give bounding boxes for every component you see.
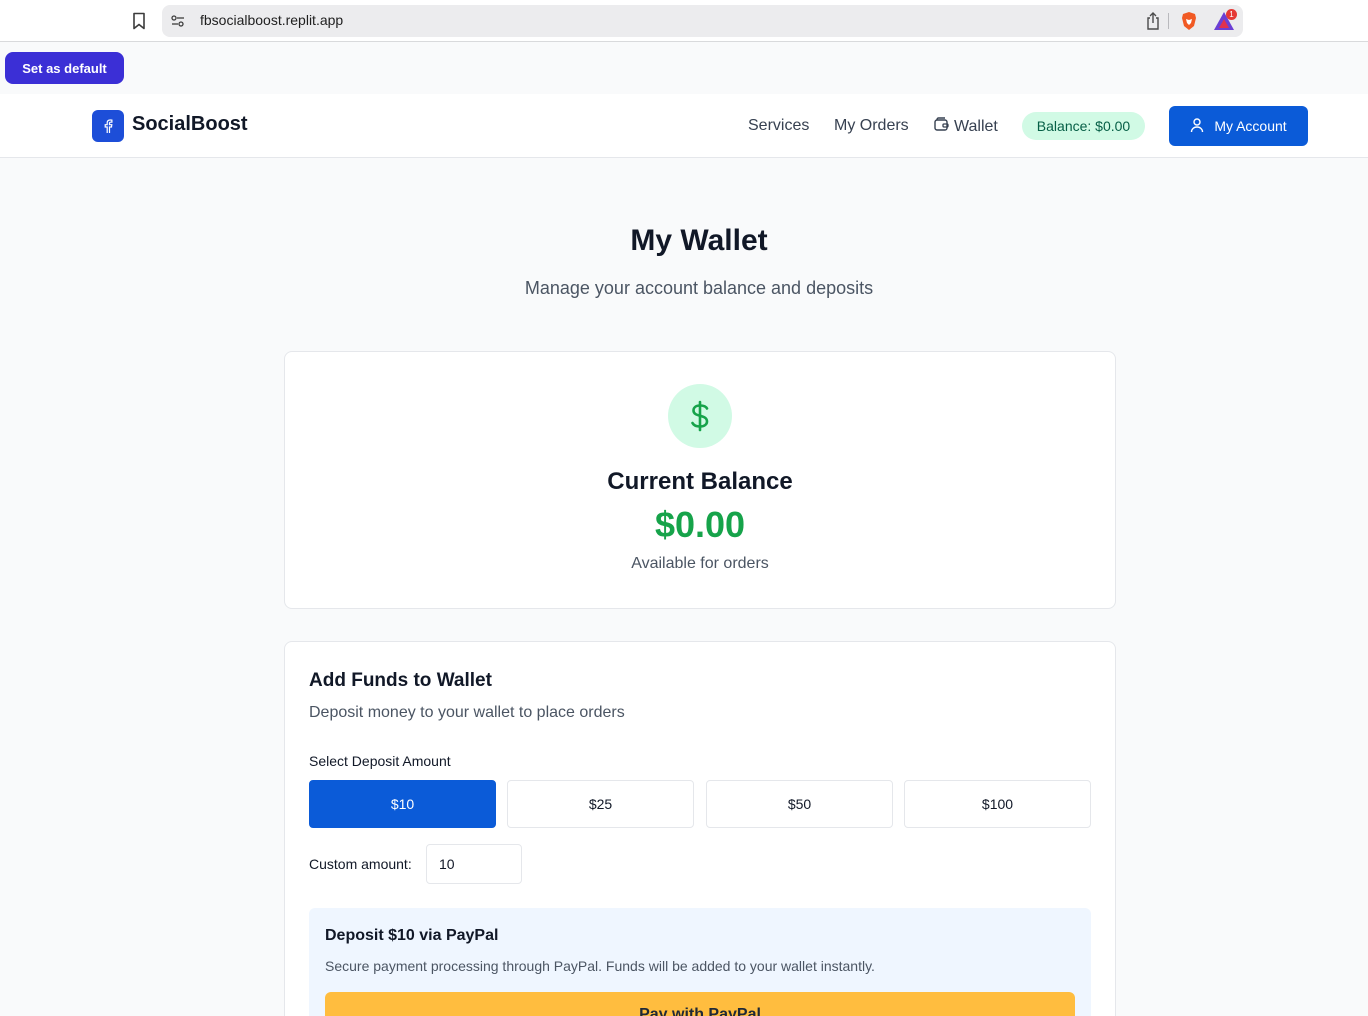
user-icon [1190,117,1204,136]
paypal-description: Secure payment processing through PayPal… [325,958,875,974]
my-account-label: My Account [1214,118,1287,134]
set-default-button[interactable]: Set as default [5,52,124,84]
add-funds-card: Add Funds to Wallet Deposit money to you… [284,641,1116,1016]
deposit-amount-label: Select Deposit Amount [309,753,451,769]
address-bar[interactable]: fbsocialboost.replit.app 1 [162,5,1243,37]
bookmark-icon[interactable] [130,11,148,31]
amount-option-50[interactable]: $50 [706,780,893,828]
balance-amount: $0.00 [654,504,746,545]
brave-shields-icon[interactable] [1179,11,1199,31]
page-subtitle: Manage your account balance and deposits [524,278,874,298]
add-funds-title: Add Funds to Wallet [309,670,492,691]
nav-wallet-label: Wallet [954,118,998,135]
nav-my-orders[interactable]: My Orders [834,117,909,135]
balance-card: Current Balance $0.00 Available for orde… [284,351,1116,609]
url-text[interactable]: fbsocialboost.replit.app [200,12,343,28]
custom-amount-label: Custom amount: [309,856,412,872]
add-funds-description: Deposit money to your wallet to place or… [309,704,625,721]
browser-toolbar: fbsocialboost.replit.app 1 [0,0,1368,42]
dollar-icon [668,384,732,448]
wallet-icon [934,117,949,137]
custom-amount-input[interactable] [426,844,522,884]
paypal-title: Deposit $10 via PayPal [325,927,499,944]
pay-with-paypal-button[interactable]: Pay with PayPal [325,992,1075,1016]
notification-badge: 1 [1226,9,1237,20]
amount-option-10[interactable]: $10 [309,780,496,828]
balance-note: Available for orders [631,555,769,572]
facebook-logo-icon[interactable] [92,110,124,142]
nav-services[interactable]: Services [748,117,809,135]
nav-wallet[interactable]: Wallet [934,117,998,137]
paypal-panel: Deposit $10 via PayPal Secure payment pr… [309,908,1091,1016]
balance-label: Current Balance [607,468,793,495]
amount-option-100[interactable]: $100 [904,780,1091,828]
brand-name[interactable]: SocialBoost [132,113,248,136]
my-account-button[interactable]: My Account [1169,106,1308,146]
divider [1168,13,1169,29]
site-settings-icon[interactable] [170,13,186,29]
page-title: My Wallet [630,224,768,257]
share-icon[interactable] [1145,11,1161,31]
balance-badge: Balance: $0.00 [1022,112,1145,140]
site-header: SocialBoost Services My Orders Wallet Ba… [0,94,1368,158]
amount-option-25[interactable]: $25 [507,780,694,828]
